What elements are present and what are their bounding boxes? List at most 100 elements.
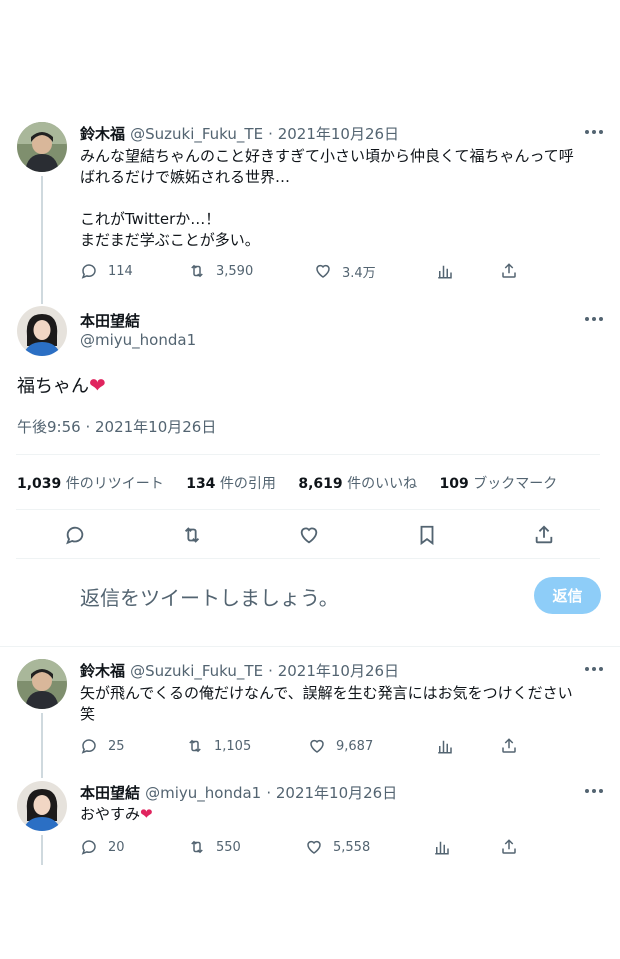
author-name[interactable]: 本田望結 <box>80 784 140 802</box>
bookmark-stat[interactable]: 109 ブックマーク <box>440 476 558 492</box>
analytics-icon <box>435 841 449 855</box>
analytics-button[interactable] <box>436 736 454 756</box>
section-divider <box>0 646 620 647</box>
retweet-icon <box>184 527 200 543</box>
retweet-stat[interactable]: 1,039 件のリツイート <box>17 476 164 492</box>
like-button[interactable]: 5,558 <box>305 837 370 857</box>
reply-submit-button[interactable]: 返信 <box>534 577 601 614</box>
reply-input[interactable]: 返信をツイートしましょう。 <box>80 582 510 611</box>
heart-icon <box>307 840 321 854</box>
retweet-button[interactable]: 1,105 <box>186 736 251 756</box>
quote-stat[interactable]: 134 件の引用 <box>186 476 276 492</box>
main-share-button[interactable] <box>533 523 555 547</box>
reply-button[interactable]: 25 <box>80 736 125 756</box>
avatar-suzuki[interactable] <box>17 659 67 709</box>
author-handle[interactable]: @Suzuki_Fuku_TE <box>130 125 263 143</box>
divider <box>16 558 600 559</box>
reply-button[interactable]: 20 <box>80 837 125 857</box>
tweet-line: 笑 <box>80 705 96 723</box>
reply-icon <box>81 264 96 279</box>
retweet-button[interactable]: 3,590 <box>188 261 253 281</box>
analytics-button[interactable] <box>433 837 451 857</box>
share-button[interactable] <box>500 837 518 857</box>
like-button[interactable]: 3.4万 <box>314 261 376 281</box>
main-author-name[interactable]: 本田望結 <box>80 310 140 331</box>
main-bookmark-button[interactable] <box>416 523 438 547</box>
thread-connector <box>41 713 43 778</box>
author-handle[interactable]: @miyu_honda1 <box>145 784 261 802</box>
engagement-stats: 1,039 件のリツイート 134 件の引用 8,619 件のいいね 109 ブ… <box>17 473 557 493</box>
reply-button[interactable]: 114 <box>80 261 133 281</box>
tweet4-text: おやすみ❤ <box>80 804 153 825</box>
heart-icon <box>316 264 330 278</box>
more-options-icon[interactable] <box>585 129 603 135</box>
tweet-date[interactable]: · 2021年10月26日 <box>266 784 397 802</box>
reply-icon <box>66 526 84 545</box>
bookmark-icon <box>420 525 434 546</box>
tweet-line: これがTwitterか…！ <box>80 210 221 228</box>
analytics-icon <box>438 265 452 279</box>
tweet1-header: 鈴木福 @Suzuki_Fuku_TE · 2021年10月26日 <box>80 123 399 144</box>
heart-icon <box>300 527 318 544</box>
main-text: 福ちゃん <box>17 376 89 397</box>
tweet1-text: みんな望結ちゃんのこと好きすぎて小さい頃から仲良くて福ちゃんって呼 ばれるだけで… <box>80 146 605 251</box>
share-icon <box>535 525 553 544</box>
retweet-icon <box>189 739 201 753</box>
divider <box>16 454 600 455</box>
divider <box>16 509 600 510</box>
retweet-count: 550 <box>216 839 241 855</box>
tweet3-header: 鈴木福 @Suzuki_Fuku_TE · 2021年10月26日 <box>80 660 399 681</box>
like-count: 9,687 <box>336 738 374 754</box>
like-button[interactable]: 9,687 <box>308 736 373 756</box>
main-retweet-button[interactable] <box>181 523 203 547</box>
more-options-icon[interactable] <box>585 788 603 794</box>
thread-connector <box>41 176 43 304</box>
tweet3-text: 矢が飛んでくるの俺だけなんで、誤解を生む発言にはお気をつけください 笑 <box>80 683 605 725</box>
avatar-honda[interactable] <box>17 306 67 356</box>
like-count: 5,558 <box>333 839 371 855</box>
tweet-line: まだまだ学ぶことが多い。 <box>80 231 260 249</box>
tweet-line: 矢が飛んでくるの俺だけなんで、誤解を生む発言にはお気をつけください <box>80 684 573 702</box>
share-icon <box>502 263 516 278</box>
avatar-honda[interactable] <box>17 781 67 831</box>
author-handle[interactable]: @Suzuki_Fuku_TE <box>130 662 263 680</box>
main-author-handle[interactable]: @miyu_honda1 <box>80 331 196 349</box>
tweet-line: おやすみ <box>80 805 141 823</box>
main-like-button[interactable] <box>298 523 320 547</box>
tweet-date[interactable]: · 2021年10月26日 <box>268 125 399 143</box>
retweet-icon <box>191 840 203 854</box>
reply-submit-label: 返信 <box>552 587 583 605</box>
more-options-icon[interactable] <box>585 666 603 672</box>
thread-connector <box>41 835 43 865</box>
share-icon <box>502 738 516 753</box>
author-name[interactable]: 鈴木福 <box>80 125 125 143</box>
more-options-icon[interactable] <box>585 316 603 322</box>
tweet-date[interactable]: · 2021年10月26日 <box>268 662 399 680</box>
main-reply-button[interactable] <box>64 523 86 547</box>
analytics-button[interactable] <box>436 261 454 281</box>
share-button[interactable] <box>500 261 518 281</box>
reply-count: 25 <box>108 738 125 754</box>
retweet-count: 1,105 <box>214 738 252 754</box>
reply-count: 114 <box>108 263 133 279</box>
reply-icon <box>81 840 96 855</box>
main-timestamp[interactable]: 午後9:56 · 2021年10月26日 <box>17 416 216 437</box>
analytics-icon <box>438 740 452 754</box>
heart-emoji: ❤ <box>140 805 153 823</box>
tweet-line: ばれるだけで嫉妬される世界… <box>80 168 291 186</box>
main-tweet-text: 福ちゃん❤ <box>17 372 106 398</box>
heart-emoji: ❤ <box>89 373 106 397</box>
retweet-button[interactable]: 550 <box>188 837 241 857</box>
retweet-icon <box>191 264 203 278</box>
share-button[interactable] <box>500 736 518 756</box>
reply-icon <box>81 739 96 754</box>
heart-icon <box>310 739 324 753</box>
like-stat[interactable]: 8,619 件のいいね <box>298 476 417 492</box>
author-name[interactable]: 鈴木福 <box>80 662 125 680</box>
avatar-suzuki[interactable] <box>17 122 67 172</box>
retweet-count: 3,590 <box>216 263 254 279</box>
tweet-line: みんな望結ちゃんのこと好きすぎて小さい頃から仲良くて福ちゃんって呼 <box>80 147 574 165</box>
tweet4-header: 本田望結 @miyu_honda1 · 2021年10月26日 <box>80 782 397 803</box>
share-icon <box>502 839 516 854</box>
like-count: 3.4万 <box>342 265 376 281</box>
